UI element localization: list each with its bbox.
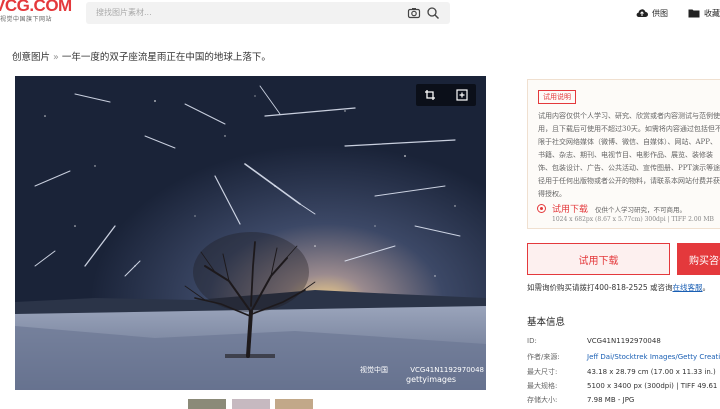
add-to-board-icon[interactable] (456, 89, 468, 101)
image-tools (416, 84, 476, 106)
upload-label: 供图 (652, 8, 668, 18)
info-row: ID: VCG41N1192970048 (527, 337, 661, 345)
basic-info-title: 基本信息 (527, 317, 566, 328)
info-key: ID: (527, 337, 537, 345)
info-row: 作者/来源: Jeff Dai/Stocktrek Images/Getty Cr… (527, 352, 720, 362)
logo-subtitle: 视觉中国旗下网站 (0, 16, 53, 23)
search-bar[interactable]: 搜找图片素材... (86, 2, 450, 24)
info-key: 存储大小: (527, 396, 558, 404)
info-key: 作者/来源: (527, 353, 560, 361)
trial-download-note: 仅供个人学习研究，不可商用。 (595, 206, 686, 214)
price-inquiry-suffix: 。 (702, 283, 711, 292)
breadcrumb-root[interactable]: 创意图片 (12, 52, 50, 63)
watermark-brand: 视觉中国 (360, 366, 388, 374)
crop-icon[interactable] (424, 89, 436, 101)
camera-search-icon[interactable] (407, 6, 421, 20)
meteor-shower-image (15, 76, 486, 390)
watermark-site: gettyimages (406, 375, 457, 384)
thumbnail[interactable] (188, 399, 226, 409)
top-bar: VCG.COM 视觉中国旗下网站 搜找图片素材... 供图 收藏 (0, 0, 720, 30)
site-logo[interactable]: VCG.COM (0, 0, 72, 15)
search-icon[interactable] (426, 6, 440, 20)
trial-download-radio[interactable] (537, 204, 546, 213)
trial-download-button[interactable]: 试用下载 (527, 243, 670, 275)
breadcrumb: 创意图片» 一年一度的双子座流星雨正在中国的地球上落下。 (12, 49, 271, 63)
info-key: 最大规格: (527, 382, 558, 390)
info-value: VCG41N1192970048 (587, 337, 661, 345)
cloud-upload-icon (636, 9, 648, 18)
price-inquiry-text: 如需询价购买请拨打400-818-2525 或咨询 (527, 283, 673, 292)
breadcrumb-current: 一年一度的双子座流星雨正在中国的地球上落下。 (61, 52, 271, 63)
license-terms: 试用内容仅供个人学习、研究、欣赏或者内容测试与范例使用，且下载后可使用不超过30… (538, 112, 720, 198)
author-link[interactable]: Jeff Dai/Stocktrek Images/Getty Creative (587, 353, 720, 361)
favorites-link[interactable]: 收藏 (688, 6, 720, 20)
thumbnail[interactable] (275, 399, 313, 409)
trial-download-spec: 1024 x 682px (8.67 x 5.77cm) 300dpi | TI… (552, 216, 714, 223)
main-photo[interactable]: 视觉中国 VCG41N1192970048 gettyimages (15, 76, 486, 390)
trial-download-option[interactable]: 试用下载 (552, 202, 588, 215)
search-input[interactable]: 搜找图片素材... (96, 7, 152, 18)
breadcrumb-separator: » (53, 52, 59, 63)
thumbnail[interactable] (232, 399, 270, 409)
info-value: 5100 x 3400 px (300dpi) | TIFF 49.61 MB (587, 382, 720, 390)
info-value: 43.18 x 28.79 cm (17.00 x 11.33 in.) (587, 368, 716, 376)
online-support-link[interactable]: 在线客服 (673, 283, 703, 292)
trial-tag: 试用说明 (538, 90, 576, 104)
info-row: 最大规格: 5100 x 3400 px (300dpi) | TIFF 49.6… (527, 381, 720, 391)
info-value: 7.98 MB - JPG (587, 396, 635, 404)
favorites-label: 收藏 (704, 8, 720, 18)
price-inquiry: 如需询价购买请拨打400-818-2525 或咨询在线客服。 (527, 282, 710, 293)
info-row: 存储大小: 7.98 MB - JPG (527, 395, 634, 405)
license-panel: 试用说明 试用内容仅供个人学习、研究、欣赏或者内容测试与范例使用，且下载后可使用… (527, 79, 720, 229)
folder-icon (688, 9, 700, 18)
info-key: 最大尺寸: (527, 368, 558, 376)
upload-link[interactable]: 供图 (636, 6, 668, 20)
buy-consult-button[interactable]: 购买咨询 (677, 243, 720, 275)
info-row: 最大尺寸: 43.18 x 28.79 cm (17.00 x 11.33 in.… (527, 367, 716, 377)
watermark-id: VCG41N1192970048 (410, 366, 485, 374)
watermark: 视觉中国 VCG41N1192970048 gettyimages (360, 366, 484, 385)
